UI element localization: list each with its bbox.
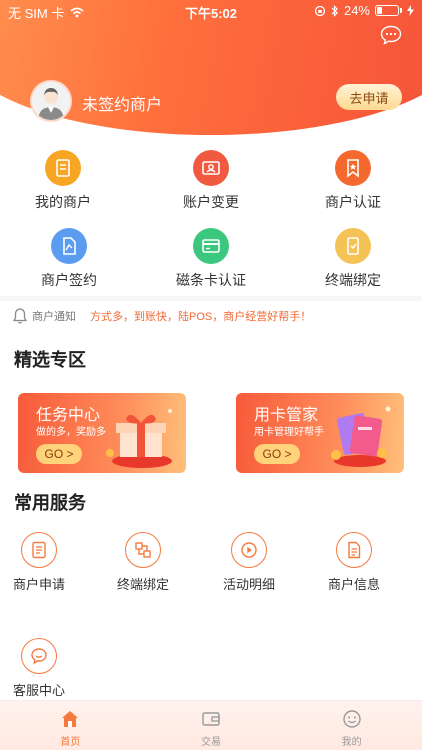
avatar[interactable] [30, 80, 72, 122]
tab-trade[interactable]: 交易 [141, 701, 282, 750]
grid-item-stripe-card[interactable]: 磁条卡认证 [151, 228, 271, 290]
profile-icon [342, 710, 361, 728]
card-subtitle: 用卡管理好帮手 [254, 427, 324, 438]
card-subtitle: 做的多，奖励多 [36, 427, 106, 438]
card-go-button[interactable]: GO > [36, 444, 82, 464]
notice-text: 方式多，到账快，陆POS，商户经营好帮手！ [90, 310, 312, 323]
contract-icon [51, 228, 87, 264]
task-center-card[interactable]: 任务中心 做的多，奖励多 GO > [18, 393, 186, 473]
bind-icon [125, 532, 161, 568]
terminal-icon [335, 228, 371, 264]
gift-box-icon [106, 409, 172, 468]
service-label: 终端绑定 [116, 577, 169, 592]
bell-icon [12, 307, 28, 324]
grid-item-account-change[interactable]: 账户变更 [151, 150, 271, 212]
notice-bar[interactable]: 商户通知 方式多，到账快，陆POS，商户经营好帮手！ [0, 296, 422, 330]
grid-item-merchant-cert[interactable]: 商户认证 [293, 150, 413, 212]
featured-title: 精选专区 [14, 350, 86, 370]
tab-mine[interactable]: 我的 [281, 701, 422, 750]
card-go-button[interactable]: GO > [254, 444, 300, 464]
user-name: 未签约商户 [82, 97, 163, 114]
bank-cards-icon [331, 406, 391, 467]
grid-label: 磁条卡认证 [176, 272, 246, 288]
tab-label: 首页 [60, 737, 81, 748]
tab-home[interactable]: 首页 [0, 701, 141, 750]
card-title: 任务中心 [36, 407, 101, 424]
orientation-lock-icon [314, 5, 326, 16]
service-label: 商户申请 [12, 577, 65, 592]
tab-label: 我的 [341, 737, 362, 748]
grid-item-my-merchant[interactable]: 我的商户 [3, 150, 123, 212]
tab-bar: 首页 交易 我的 [0, 700, 422, 750]
grid-label: 商户签约 [41, 272, 97, 288]
service-item-terminal-bind[interactable]: 终端绑定 [98, 532, 188, 593]
notice-label: 商户通知 [32, 310, 76, 323]
grid-item-terminal-bind[interactable]: 终端绑定 [293, 228, 413, 290]
certification-icon [335, 150, 371, 186]
tab-label: 交易 [201, 737, 221, 748]
service-label: 客服中心 [12, 683, 65, 698]
charging-icon [407, 5, 414, 16]
play-icon [231, 532, 267, 568]
apply-button[interactable]: 去申请 [336, 84, 402, 110]
card-manager-card[interactable]: 用卡管家 用卡管理好帮手 GO > [236, 393, 404, 473]
services-title: 常用服务 [14, 493, 86, 513]
battery-icon [375, 5, 399, 16]
message-icon[interactable] [380, 25, 402, 45]
home-icon [62, 711, 79, 727]
card-icon [193, 228, 229, 264]
grid-label: 终端绑定 [325, 272, 381, 288]
service-item-activity-detail[interactable]: 活动明细 [204, 532, 294, 593]
grid-label: 我的商户 [35, 194, 91, 210]
grid-label: 商户认证 [325, 194, 381, 210]
grid-label: 账户变更 [183, 194, 239, 210]
service-item-merchant-apply[interactable]: 商户申请 [0, 532, 84, 593]
service-item-merchant-info[interactable]: 商户信息 [309, 532, 399, 593]
user-row: 未签约商户 去申请 [30, 80, 402, 122]
card-title: 用卡管家 [254, 407, 319, 424]
bluetooth-icon [331, 4, 338, 17]
account-change-icon [193, 150, 229, 186]
wallet-icon [202, 712, 220, 726]
chat-icon [21, 638, 57, 674]
avatar-person-icon [32, 82, 70, 120]
grid-item-merchant-contract[interactable]: 商户签约 [9, 228, 129, 290]
merchant-icon [45, 150, 81, 186]
service-item-customer-service[interactable]: 客服中心 [0, 638, 84, 699]
battery-percent: 24% [343, 3, 370, 18]
info-doc-icon [336, 532, 372, 568]
header: 无 SIM 卡 下午5:02 24% 未签约商户 去申请 [0, 0, 422, 140]
status-bar: 无 SIM 卡 下午5:02 24% [0, 0, 422, 22]
apply-doc-icon [21, 532, 57, 568]
service-label: 商户信息 [327, 577, 380, 592]
battery-cap [400, 8, 402, 13]
service-label: 活动明细 [222, 577, 275, 592]
